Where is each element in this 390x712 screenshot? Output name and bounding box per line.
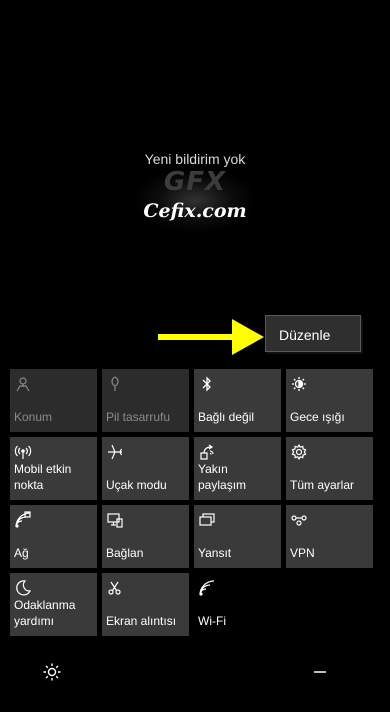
vpn-icon — [290, 511, 308, 529]
edit-button-label: Düzenle — [279, 327, 331, 343]
location-icon — [14, 375, 32, 393]
night-light-icon — [290, 375, 308, 393]
project-icon — [198, 511, 216, 529]
tile-focus-assist[interactable]: Odaklanma yardımı — [10, 573, 97, 636]
tile-label: Ekran alıntısı — [106, 614, 177, 628]
tile-label: Tüm ayarlar — [290, 478, 355, 492]
tile-project[interactable]: Yansıt — [194, 505, 281, 568]
edit-button[interactable]: Düzenle — [265, 315, 361, 352]
tile-label: Wi-Fi — [198, 614, 226, 628]
tile-nearby-share[interactable]: Yakın paylaşım — [194, 437, 281, 500]
tile-label: Odaklanma yardımı — [14, 598, 76, 628]
yellow-arrow-icon — [158, 319, 264, 355]
watermark-gfx-text: GFX — [163, 167, 227, 197]
tile-label: Bağlan — [106, 546, 144, 560]
tile-label: Gece ışığı — [290, 410, 345, 424]
tile-label: Yakın paylaşım — [198, 462, 247, 492]
tile-mobile-hotspot[interactable]: Mobil etkin nokta — [10, 437, 97, 500]
bluetooth-icon — [198, 375, 216, 393]
battery-saver-icon — [106, 375, 124, 393]
tile-all-settings[interactable]: Tüm ayarlar — [286, 437, 373, 500]
tile-network[interactable]: Ağ — [10, 505, 97, 568]
tile-wifi[interactable]: Wi-Fi — [194, 573, 281, 636]
tile-label: Pil tasarrufu — [106, 410, 171, 424]
tile-night-light[interactable]: Gece ışığı — [286, 369, 373, 432]
tile-screen-snip[interactable]: Ekran alıntısı — [102, 573, 189, 636]
nearby-share-icon — [198, 443, 216, 461]
watermark-brand-text: Cefix.com — [143, 200, 247, 222]
focus-assist-icon — [14, 579, 32, 597]
tile-airplane-mode[interactable]: Uçak modu — [102, 437, 189, 500]
watermark-logo: GFX Cefix.com — [135, 165, 255, 235]
tile-label: Bağlı değil — [198, 410, 255, 424]
mobile-hotspot-icon — [14, 443, 32, 461]
tile-connect[interactable]: Bağlan — [102, 505, 189, 568]
tile-label: Uçak modu — [106, 478, 167, 492]
airplane-icon — [106, 443, 124, 461]
network-icon — [14, 511, 32, 529]
tile-vpn[interactable]: VPN — [286, 505, 373, 568]
tile-label: Mobil etkin nokta — [14, 462, 72, 492]
tile-label: Ağ — [14, 546, 29, 560]
gear-icon — [290, 443, 308, 461]
tile-bluetooth[interactable]: Bağlı değil — [194, 369, 281, 432]
tile-battery-saver[interactable]: Pil tasarrufu — [102, 369, 189, 432]
connect-icon — [106, 511, 124, 529]
brightness-icon[interactable] — [42, 662, 62, 682]
tile-label: Konum — [14, 410, 53, 424]
tile-location[interactable]: Konum — [10, 369, 97, 432]
wifi-icon — [198, 579, 216, 597]
tile-label: VPN — [290, 546, 315, 560]
screen-snip-icon — [106, 579, 124, 597]
tile-label: Yansıt — [198, 546, 232, 560]
minus-icon[interactable] — [314, 671, 326, 673]
